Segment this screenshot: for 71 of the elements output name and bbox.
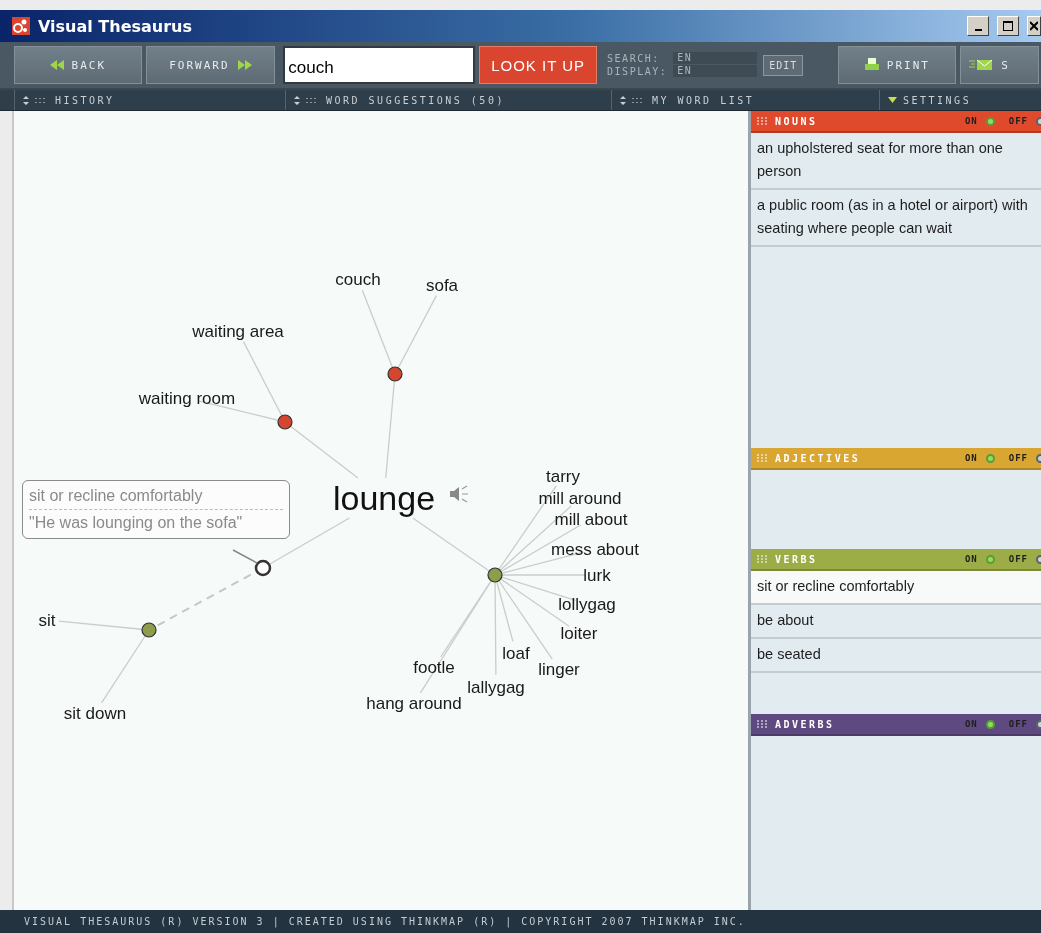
on-label[interactable]: ON <box>964 453 978 463</box>
envelope-icon <box>969 59 994 71</box>
search-language-label: SEARCH: <box>607 52 661 65</box>
on-label[interactable]: ON <box>964 116 978 126</box>
section-title: VERBS <box>775 553 819 565</box>
word-label[interactable]: lurk <box>583 566 611 585</box>
on-radio[interactable] <box>985 453 995 463</box>
word-label[interactable]: loaf <box>502 644 530 663</box>
word-label[interactable]: footle <box>413 658 455 677</box>
meaning-node[interactable] <box>487 567 503 583</box>
word-label[interactable]: linger <box>538 660 580 679</box>
word-label[interactable]: couch <box>335 270 381 289</box>
on-radio[interactable] <box>985 719 995 729</box>
look-it-up-button[interactable]: LOOK IT UP <box>479 46 598 84</box>
word-label[interactable]: sit down <box>63 704 127 723</box>
on-radio[interactable] <box>985 116 995 126</box>
window-title: Visual Thesaurus <box>38 16 194 36</box>
print-button[interactable]: PRINT <box>838 46 957 84</box>
word-label[interactable]: waiting room <box>138 389 236 408</box>
word-label[interactable]: mess about <box>551 540 639 559</box>
maximize-icon <box>1003 21 1013 31</box>
word-label[interactable]: lollygag <box>558 595 616 614</box>
back-arrows-icon <box>49 60 64 70</box>
close-button[interactable] <box>1027 16 1041 36</box>
meaning-node[interactable] <box>141 622 157 638</box>
on-label[interactable]: ON <box>964 554 978 564</box>
word-label[interactable]: hang around <box>366 694 462 713</box>
forward-button[interactable]: FORWARD <box>145 46 276 84</box>
close-icon <box>1030 21 1038 31</box>
word-label[interactable]: mill around <box>538 489 622 508</box>
meaning-node[interactable] <box>277 414 293 430</box>
speaker-icon[interactable] <box>450 485 469 503</box>
word-label[interactable]: loiter <box>560 624 598 643</box>
minimize-icon <box>974 29 982 31</box>
off-label[interactable]: OFF <box>1008 554 1028 564</box>
section-title: NOUNS <box>775 115 819 127</box>
display-language-label: DISPLAY: <box>607 65 668 78</box>
status-bar: VISUAL THESAURUS (R) VERSION 3 | CREATED USING THINKMAP (R) | COPYRIGHT 2007 THINKMAP INC. <box>0 910 1041 933</box>
meaning-node[interactable] <box>387 366 403 382</box>
edit-button[interactable]: EDIT <box>763 54 804 76</box>
on-radio[interactable] <box>985 554 995 564</box>
search-field[interactable]: couch <box>283 46 476 84</box>
meaning-node[interactable] <box>254 559 272 577</box>
maximize-button[interactable] <box>997 16 1019 36</box>
section-title: ADVERBS <box>775 718 836 730</box>
display-language-value: EN <box>673 65 758 77</box>
printer-icon <box>864 58 879 72</box>
meaning-item[interactable]: sit or recline comfortably <box>751 571 1041 605</box>
grip-icon <box>757 555 767 563</box>
word-label[interactable]: sofa <box>425 276 459 295</box>
word-label[interactable]: mill about <box>554 510 628 529</box>
grip-icon <box>757 454 767 462</box>
minimize-button[interactable] <box>967 16 989 36</box>
send-button[interactable]: S <box>960 46 1039 84</box>
tooltip-example: "He was lounging on the sofa" <box>29 509 283 536</box>
center-word: lounge <box>332 479 436 517</box>
app-logo-icon <box>12 17 30 35</box>
word-label[interactable]: waiting area <box>192 322 284 341</box>
search-language-value: EN <box>673 52 758 64</box>
word-label[interactable]: lallygag <box>467 678 525 697</box>
section-title: ADJECTIVES <box>775 452 862 464</box>
word-label[interactable]: tarry <box>546 467 580 486</box>
off-label[interactable]: OFF <box>1008 116 1028 126</box>
forward-arrows-icon <box>237 60 252 70</box>
off-label[interactable]: OFF <box>1008 453 1028 463</box>
word-label[interactable]: sit <box>38 611 56 630</box>
tooltip-definition: sit or recline comfortably <box>29 486 204 506</box>
grip-icon <box>757 720 767 728</box>
grip-icon <box>757 117 767 125</box>
dropdown-arrow-icon <box>888 97 897 103</box>
back-button[interactable]: BACK <box>14 46 142 84</box>
